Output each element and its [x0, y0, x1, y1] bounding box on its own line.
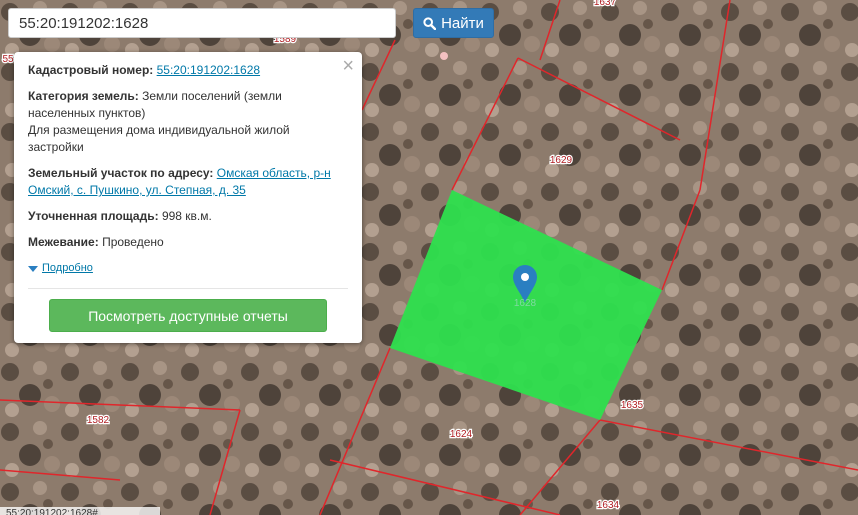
search-button[interactable]: Найти	[413, 8, 494, 38]
survey-value: Проведено	[102, 235, 164, 249]
view-reports-button[interactable]: Посмотреть доступные отчеты	[49, 299, 327, 332]
usage-value: Для размещения дома индивидуальной жилой…	[28, 123, 290, 154]
category-row: Категория земель: Земли поселений (земли…	[28, 88, 348, 156]
search-button-label: Найти	[441, 14, 484, 32]
area-label: Уточненная площадь:	[28, 209, 159, 223]
search-icon	[423, 16, 437, 30]
cadastral-row: Кадастровый номер: 55:20:191202:1628	[28, 62, 348, 79]
cadastral-link[interactable]: 55:20:191202:1628	[157, 63, 260, 77]
map-point	[440, 52, 448, 60]
address-label: Земельный участок по адресу:	[28, 166, 214, 180]
address-row: Земельный участок по адресу: Омская обла…	[28, 165, 348, 199]
parcel-label-1634: 1634	[597, 500, 620, 511]
divider	[28, 288, 348, 289]
parcel-label-1628: 1628	[514, 298, 537, 309]
parcel-info-popup: × Кадастровый номер: 55:20:191202:1628 К…	[14, 52, 362, 343]
parcel-label-1637: 1637	[594, 0, 617, 8]
footer-status: 55:20:191202:1628#	[0, 507, 160, 515]
parcel-label-1582: 1582	[87, 415, 110, 426]
parcel-label-1624: 1624	[450, 429, 473, 440]
more-toggle[interactable]: Подробно	[28, 260, 348, 277]
survey-label: Межевание:	[28, 235, 99, 249]
area-value: 998 кв.м.	[161, 209, 212, 223]
parcel-label-1629: 1629	[550, 155, 573, 166]
parcel-label-1635: 1635	[621, 400, 644, 411]
more-link[interactable]: Подробно	[42, 260, 93, 277]
parcel-label-55: 55	[2, 54, 14, 65]
area-row: Уточненная площадь: 998 кв.м.	[28, 208, 348, 225]
search-input[interactable]	[8, 8, 396, 38]
close-icon[interactable]: ×	[342, 54, 354, 78]
caret-down-icon	[28, 265, 38, 272]
survey-row: Межевание: Проведено	[28, 234, 348, 251]
cadastral-label: Кадастровый номер:	[28, 63, 154, 77]
category-label: Категория земель:	[28, 89, 139, 103]
